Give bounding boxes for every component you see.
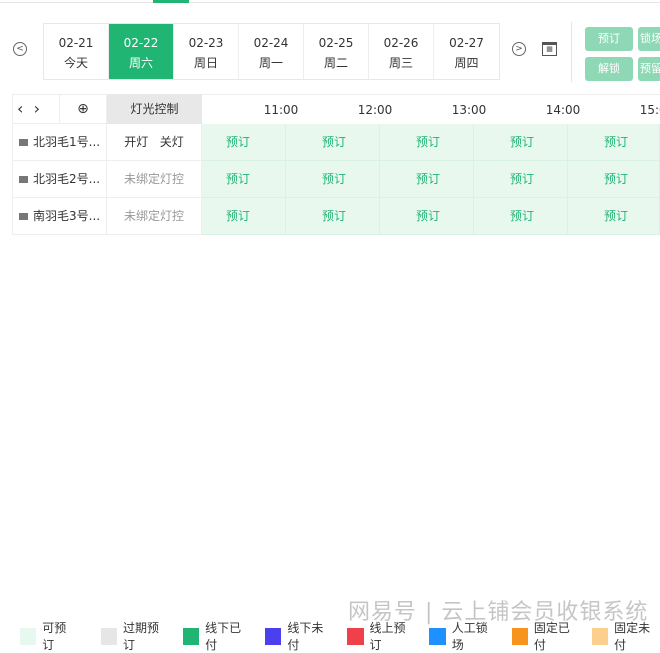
date-strip: 02-21 今天 02-22 周六 02-23 周日 02-24 周一 02-25 周二 …	[43, 23, 500, 80]
day-label: 周日	[193, 56, 218, 70]
date-tab[interactable]: 02-21 今天	[44, 24, 109, 79]
legend-item: 线下未付	[265, 619, 333, 653]
light-controls: 开灯 关灯	[107, 124, 202, 161]
legend-label: 线下未付	[287, 621, 324, 652]
book-slot[interactable]: 预订	[380, 161, 474, 198]
book-slot[interactable]: 预订	[380, 198, 474, 235]
date-tab[interactable]: 02-27 周四	[434, 24, 499, 79]
date-label: 02-24	[253, 36, 289, 50]
date-tab[interactable]: 02-25 周二	[304, 24, 369, 79]
date-label: 02-23	[188, 36, 224, 50]
time-label: 15:00	[639, 103, 660, 117]
next-week-icon[interactable]: >	[512, 42, 526, 56]
book-slot[interactable]: 预订	[474, 161, 568, 198]
light-off-button[interactable]: 关灯	[160, 135, 184, 149]
book-slot[interactable]: 预订	[286, 161, 380, 198]
book-slot[interactable]: 预订	[474, 124, 568, 161]
top-divider	[0, 2, 660, 3]
unlock-button[interactable]: 解锁	[585, 57, 633, 81]
calendar-icon[interactable]: ▦	[542, 42, 557, 56]
day-label: 今天	[63, 56, 88, 70]
date-tab[interactable]: 02-24 周一	[239, 24, 304, 79]
active-tab-indicator	[153, 0, 189, 3]
date-tab-selected[interactable]: 02-22 周六	[109, 24, 174, 79]
legend-item: 固定未付	[591, 619, 660, 653]
unlock-icon	[19, 139, 28, 146]
book-slot[interactable]: 预订	[286, 124, 380, 161]
legend: 可预订 过期预订 线下已付 线下未付 线上预订 人工锁场 固定已付 固定未付	[20, 619, 660, 653]
book-slot[interactable]: 预订	[380, 124, 474, 161]
scroll-left-icon[interactable]: ‹	[17, 99, 23, 118]
legend-label: 固定未付	[614, 621, 651, 652]
legend-label: 过期预订	[122, 621, 159, 652]
day-label: 周一	[258, 56, 283, 70]
legend-swatch	[591, 627, 609, 645]
legend-label: 固定已付	[533, 621, 570, 652]
zoom-in-icon[interactable]: ⊕	[60, 94, 107, 124]
time-label: 14:00	[545, 103, 581, 117]
date-tab[interactable]: 02-23 周日	[174, 24, 239, 79]
legend-item: 固定已付	[511, 619, 580, 653]
legend-label: 线下已付	[205, 621, 242, 652]
court-name-text: 北羽毛2号...	[33, 172, 101, 186]
legend-swatch	[265, 627, 282, 645]
book-slot[interactable]: 预订	[474, 198, 568, 235]
light-unbound: 未绑定灯控	[107, 161, 202, 198]
date-label: 02-21	[58, 36, 94, 50]
light-unbound: 未绑定灯控	[107, 198, 202, 235]
court-name-text: 南羽毛3号...	[33, 209, 101, 223]
book-button[interactable]: 预订	[585, 27, 633, 51]
date-label: 02-25	[318, 36, 354, 50]
date-label: 02-26	[383, 36, 419, 50]
book-slot[interactable]: 预订	[286, 198, 380, 235]
book-slot[interactable]: 预订	[568, 161, 660, 198]
legend-swatch	[429, 627, 446, 645]
day-label: 周四	[454, 56, 479, 70]
date-tab[interactable]: 02-26 周三	[369, 24, 434, 79]
scroll-arrows: ‹ ›	[12, 94, 60, 124]
court-name[interactable]: 南羽毛3号...	[12, 198, 107, 235]
book-slot[interactable]: 预订	[568, 198, 660, 235]
legend-swatch	[511, 627, 528, 645]
day-label: 周六	[128, 56, 153, 70]
legend-label: 线上预订	[369, 621, 406, 652]
book-slot[interactable]: 预订	[202, 124, 286, 161]
court-name[interactable]: 北羽毛2号...	[12, 161, 107, 198]
date-label: 02-22	[123, 36, 159, 50]
legend-item: 可预订	[20, 619, 77, 653]
unlock-icon	[19, 176, 28, 183]
book-slot[interactable]: 预订	[202, 161, 286, 198]
legend-item: 人工锁场	[429, 619, 497, 653]
time-label: 13:00	[451, 103, 487, 117]
legend-item: 线下已付	[182, 619, 251, 653]
legend-item: 过期预订	[100, 619, 169, 653]
court-name[interactable]: 北羽毛1号...	[12, 124, 107, 161]
light-control-header: 灯光控制	[107, 94, 202, 124]
legend-swatch	[347, 627, 364, 645]
legend-swatch	[100, 627, 117, 645]
legend-label: 可预订	[42, 621, 67, 652]
day-label: 周二	[323, 56, 348, 70]
reserve-button[interactable]: 预留	[638, 57, 660, 81]
date-label: 02-27	[449, 36, 484, 50]
book-slot[interactable]: 预订	[568, 124, 660, 161]
divider	[571, 22, 572, 82]
unlock-icon	[19, 213, 28, 220]
legend-item: 线上预订	[347, 619, 415, 653]
legend-swatch	[182, 627, 200, 645]
scroll-right-icon[interactable]: ›	[34, 99, 40, 118]
time-label: 12:00	[357, 103, 393, 117]
light-on-button[interactable]: 开灯	[124, 135, 148, 149]
book-slot[interactable]: 预订	[202, 198, 286, 235]
lock-button[interactable]: 锁场	[638, 27, 660, 51]
court-name-text: 北羽毛1号...	[33, 135, 101, 149]
time-label: 11:00	[263, 103, 299, 117]
legend-label: 人工锁场	[451, 621, 488, 652]
day-label: 周三	[388, 56, 413, 70]
legend-swatch	[20, 627, 37, 645]
prev-week-icon[interactable]: <	[13, 42, 27, 56]
